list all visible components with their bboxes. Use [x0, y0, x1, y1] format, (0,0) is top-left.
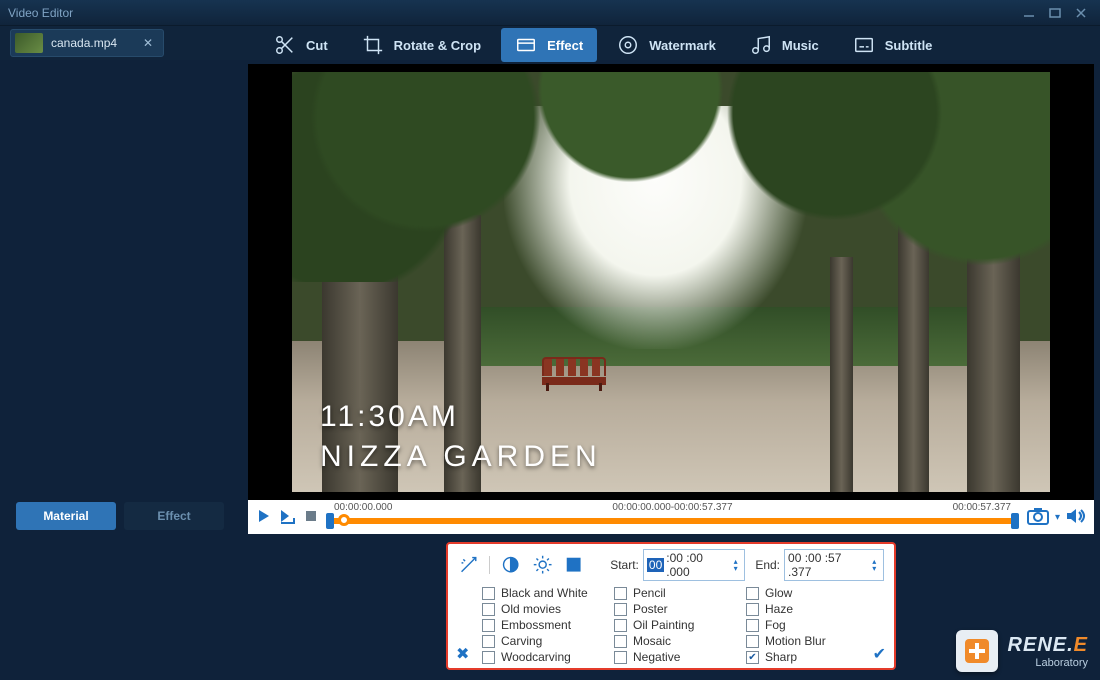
effect-icon — [515, 34, 537, 56]
preview-area: 11:30AM NIZZA GARDEN — [248, 64, 1094, 500]
effect-option[interactable]: Old movies — [482, 602, 596, 616]
scissors-icon — [274, 34, 296, 56]
tab-watermark-label: Watermark — [649, 38, 716, 53]
media-tab[interactable]: canada.mp4 ✕ — [10, 29, 164, 57]
play-button[interactable] — [256, 508, 272, 527]
cancel-icon[interactable]: ✖ — [456, 644, 469, 664]
effect-option[interactable]: Fog — [746, 618, 860, 632]
wand-icon[interactable] — [458, 554, 479, 576]
timeline[interactable]: 00:00:00.000 00:00:00.000-00:00:57.377 0… — [324, 502, 1021, 532]
effect-panel: Start: 00:00 :00 .000▴▾ End: 00 :00 :57 … — [446, 542, 896, 670]
effect-option[interactable]: Haze — [746, 602, 860, 616]
end-time-field[interactable]: End: 00 :00 :57 .377▴▾ — [755, 549, 884, 581]
video-preview[interactable]: 11:30AM NIZZA GARDEN — [292, 72, 1050, 492]
tab-watermark[interactable]: Watermark — [603, 28, 730, 62]
subtitle-icon — [853, 34, 875, 56]
checkbox-icon — [746, 587, 759, 600]
effect-option[interactable]: Poster — [614, 602, 728, 616]
checkbox-icon — [614, 603, 627, 616]
volume-button[interactable] — [1066, 508, 1086, 527]
left-tab-material[interactable]: Material — [16, 502, 116, 530]
window-title: Video Editor — [8, 6, 73, 20]
checkbox-icon — [614, 619, 627, 632]
effect-option[interactable]: Glow — [746, 586, 860, 600]
watermark-icon — [617, 34, 639, 56]
snapshot-arrow-icon[interactable]: ▾ — [1055, 512, 1060, 523]
tab-music[interactable]: Music — [736, 28, 833, 62]
tab-cut[interactable]: Cut — [260, 28, 342, 62]
brand-logo: RENE.E Laboratory — [956, 630, 1088, 672]
crop-icon — [362, 34, 384, 56]
overlay-place: NIZZA GARDEN — [320, 440, 602, 474]
bench-graphic — [542, 357, 606, 391]
tab-subtitle-label: Subtitle — [885, 38, 933, 53]
start-label: Start: — [610, 558, 639, 572]
brand-sub: Laboratory — [1008, 657, 1088, 669]
range-handle-right[interactable] — [1011, 513, 1019, 529]
tab-effect-label: Effect — [547, 38, 583, 53]
tab-cut-label: Cut — [306, 38, 328, 53]
left-tab-effect[interactable]: Effect — [124, 502, 224, 530]
stop-button[interactable] — [304, 509, 318, 526]
maximize-button[interactable] — [1044, 5, 1066, 21]
overlay-time: 11:30AM — [320, 400, 602, 434]
minimize-button[interactable] — [1018, 5, 1040, 21]
playhead[interactable] — [338, 514, 350, 526]
snapshot-button[interactable] — [1027, 507, 1049, 528]
effect-option[interactable]: Black and White — [482, 586, 596, 600]
checkbox-icon — [482, 619, 495, 632]
effect-option-label: Poster — [633, 602, 668, 616]
tab-rotate-crop[interactable]: Rotate & Crop — [348, 28, 495, 62]
tab-subtitle[interactable]: Subtitle — [839, 28, 947, 62]
checkbox-icon — [482, 587, 495, 600]
brightness-icon[interactable] — [532, 554, 553, 576]
close-icon[interactable]: ✕ — [143, 36, 153, 50]
effect-option-label: Embossment — [501, 618, 571, 632]
confirm-icon[interactable]: ✔ — [873, 644, 886, 664]
range-handle-left[interactable] — [326, 513, 334, 529]
effect-option-label: Oil Painting — [633, 618, 694, 632]
time-center: 00:00:00.000-00:00:57.377 — [612, 502, 732, 513]
time-left: 00:00:00.000 — [334, 502, 392, 513]
play-range-button[interactable] — [278, 508, 298, 527]
tab-effect[interactable]: Effect — [501, 28, 597, 62]
playbar: 00:00:00.000 00:00:00.000-00:00:57.377 0… — [248, 500, 1094, 534]
left-panel: Material Effect — [6, 62, 244, 674]
effect-option-label: Old movies — [501, 602, 561, 616]
checkbox-icon — [614, 587, 627, 600]
checkbox-icon — [746, 619, 759, 632]
vignette-icon[interactable] — [563, 554, 584, 576]
media-thumb — [15, 33, 43, 53]
effect-option-label: Black and White — [501, 586, 588, 600]
effect-panel-toolbar: Start: 00:00 :00 .000▴▾ End: 00 :00 :57 … — [458, 552, 884, 578]
preview-overlay-text: 11:30AM NIZZA GARDEN — [320, 400, 602, 474]
contrast-icon[interactable] — [500, 554, 521, 576]
checkbox-icon — [482, 603, 495, 616]
tab-music-label: Music — [782, 38, 819, 53]
end-label: End: — [755, 558, 780, 572]
effect-option-label: Pencil — [633, 586, 666, 600]
left-tabs: Material Effect — [6, 502, 234, 532]
toolbar: Cut Rotate & Crop Effect Watermark Music… — [260, 28, 1092, 62]
close-button[interactable] — [1070, 5, 1092, 21]
time-right: 00:00:57.377 — [953, 502, 1011, 513]
tab-rotate-label: Rotate & Crop — [394, 38, 481, 53]
start-time-field[interactable]: Start: 00:00 :00 .000▴▾ — [610, 549, 745, 581]
effect-option[interactable]: Pencil — [614, 586, 728, 600]
brand-badge-icon — [956, 630, 998, 672]
effect-option[interactable]: Embossment — [482, 618, 596, 632]
effect-option[interactable]: Oil Painting — [614, 618, 728, 632]
music-icon — [750, 34, 772, 56]
checkbox-icon — [746, 603, 759, 616]
effect-option-label: Fog — [765, 618, 786, 632]
effect-option-label: Glow — [765, 586, 792, 600]
media-filename: canada.mp4 — [51, 36, 117, 50]
title-bar: Video Editor — [0, 0, 1100, 26]
effect-option-label: Haze — [765, 602, 793, 616]
